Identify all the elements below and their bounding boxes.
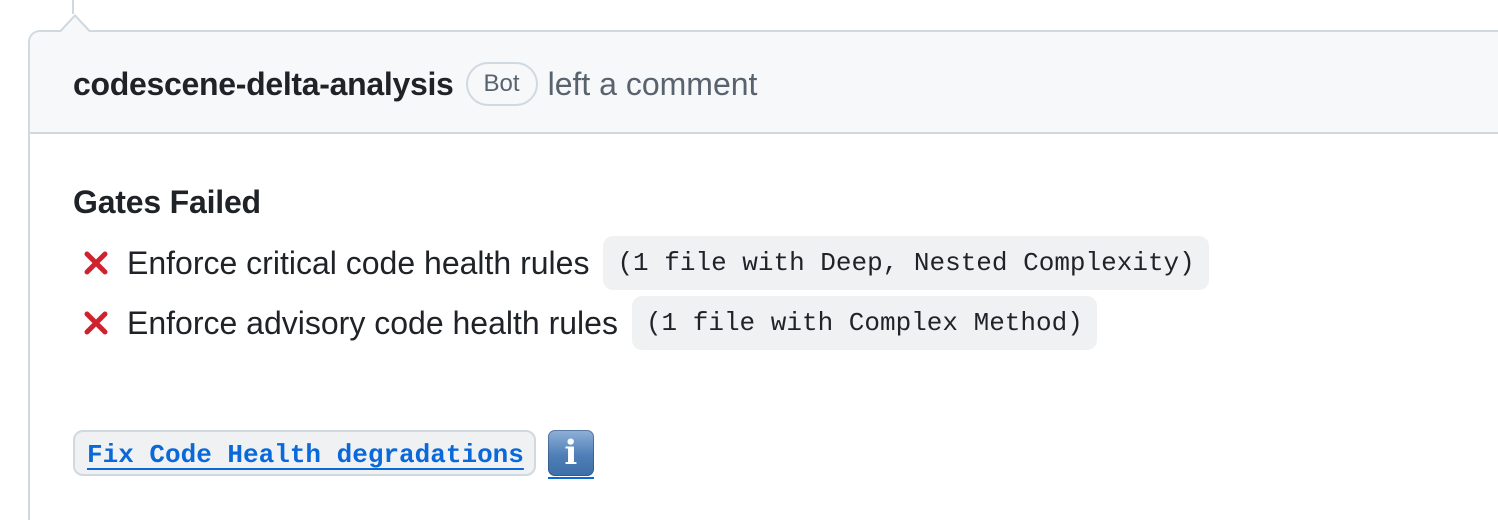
gate-detail: (1 file with Complex Method) — [631, 296, 1097, 350]
timeline-connector — [72, 0, 74, 14]
comment-author-link[interactable]: codescene-delta-analysis — [73, 66, 454, 103]
bot-badge: Bot — [465, 62, 538, 106]
x-icon — [84, 251, 108, 275]
info-icon: i — [547, 430, 594, 476]
comment-body: Gates Failed Enforce critical code healt… — [73, 184, 1498, 479]
x-icon — [84, 311, 108, 335]
comment-action-text: left a comment — [547, 65, 758, 102]
fix-code-health-link[interactable]: Fix Code Health degradations — [73, 430, 536, 476]
comment-notch-fill — [61, 17, 89, 32]
fix-row: Fix Code Health degradations i — [73, 430, 594, 479]
gate-label: Enforce advisory code health rules — [127, 304, 618, 341]
gate-detail: (1 file with Deep, Nested Complexity) — [603, 236, 1209, 290]
comment-header: codescene-delta-analysis Bot left a comm… — [30, 32, 1498, 134]
gate-label: Enforce critical code health rules — [127, 244, 590, 281]
comment-box: codescene-delta-analysis Bot left a comm… — [28, 30, 1498, 520]
gate-item: Enforce critical code health rules (1 fi… — [73, 235, 1498, 291]
gates-title: Gates Failed — [73, 184, 261, 220]
info-link[interactable]: i — [547, 430, 594, 479]
gate-item: Enforce advisory code health rules (1 fi… — [73, 295, 1498, 351]
